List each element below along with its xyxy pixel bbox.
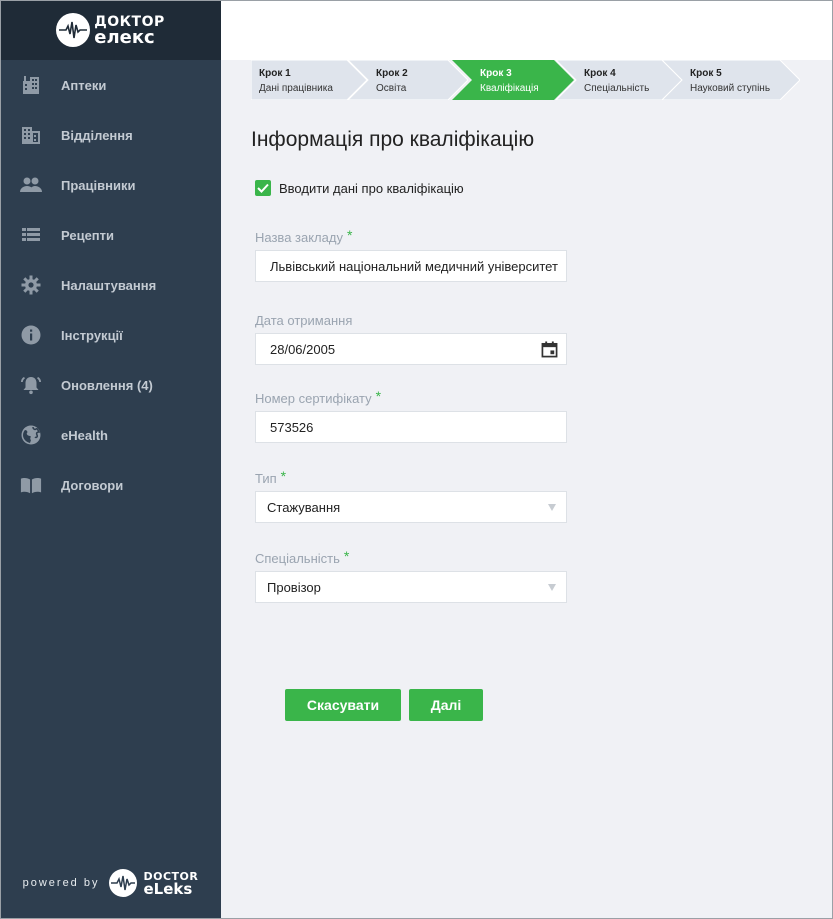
sidebar-item-label: Працівники (61, 177, 136, 193)
institution-input[interactable]: Львівський національний медичний універс… (255, 250, 567, 282)
powered-by-text: powered by (22, 877, 100, 889)
field-label: Спеціальність * (255, 548, 567, 571)
list-icon (20, 224, 42, 246)
institution-label: Назва закладу (255, 230, 343, 245)
wizard-stepper: Крок 1 Дані працівника Крок 2 Освіта Кро… (251, 60, 811, 100)
specialty-value: Провізор (267, 579, 321, 595)
sidebar-item-label: Налаштування (61, 277, 157, 293)
field-label: Номер сертифікату * (255, 388, 567, 411)
date-field: Дата отримання 28/06/2005 (255, 313, 567, 365)
field-label: Назва закладу * (255, 227, 567, 250)
sidebar-item-label: Аптеки (61, 77, 107, 93)
step-name: Освіта (376, 83, 407, 94)
certificate-field: Номер сертифікату * 573526 (255, 388, 567, 443)
footer-pulse-icon (109, 869, 138, 897)
sidebar-item-label: eHealth (61, 427, 108, 443)
step-number: Крок 3 (480, 68, 512, 79)
sidebar-item-updates[interactable]: Оновлення (4) (0, 360, 221, 410)
field-label: Тип * (255, 468, 567, 491)
date-input[interactable]: 28/06/2005 (255, 333, 567, 365)
date-label: Дата отримання (255, 313, 353, 328)
sidebar-item-employees[interactable]: Працівники (0, 160, 221, 210)
step-5[interactable]: Крок 5 Науковий ступінь (662, 60, 800, 100)
dropdown-caret-icon (548, 504, 556, 511)
pharmacy-building-icon (20, 74, 42, 96)
step-2[interactable]: Крок 2 Освіта (348, 60, 468, 100)
step-number: Крок 5 (690, 68, 722, 79)
step-number: Крок 1 (259, 68, 291, 79)
required-marker: * (343, 548, 350, 564)
footer-brand: DOCTOR eLeks (143, 871, 198, 898)
sidebar-item-label: Договори (61, 477, 124, 493)
powered-by-footer: powered by DOCTOR eLeks (0, 869, 221, 897)
bell-icon (20, 374, 42, 396)
footer-brand-line-2: eLeks (143, 880, 193, 898)
institution-value: Львівський національний медичний універс… (270, 258, 558, 274)
calendar-icon[interactable] (541, 341, 558, 358)
sidebar-item-contracts[interactable]: Договори (0, 460, 221, 510)
certificate-input[interactable]: 573526 (255, 411, 567, 443)
sidebar-item-ehealth[interactable]: eHealth (0, 410, 221, 460)
certificate-value: 573526 (270, 419, 314, 435)
step-name: Кваліфікація (480, 83, 539, 94)
checkbox-label: Вводити дані про кваліфікацію (279, 180, 464, 196)
sidebar-item-pharmacies[interactable]: Аптеки (0, 60, 221, 110)
step-name: Спеціальність (584, 83, 650, 94)
next-button[interactable]: Далі (409, 689, 483, 721)
checkmark-icon (257, 183, 269, 193)
required-marker: * (375, 388, 382, 404)
top-header (221, 0, 833, 60)
gear-icon (20, 274, 42, 296)
department-building-icon (20, 124, 42, 146)
logo-line-2: елекс (94, 27, 155, 48)
date-value: 28/06/2005 (270, 341, 336, 357)
page-title: Інформація про кваліфікацію (251, 128, 535, 151)
required-marker: * (346, 227, 353, 243)
step-number: Крок 4 (584, 68, 616, 79)
step-name: Дані працівника (259, 83, 333, 94)
app-logo[interactable]: ДОКТОР елекс (0, 0, 221, 60)
required-marker: * (280, 468, 287, 484)
sidebar-item-instructions[interactable]: Інструкції (0, 310, 221, 360)
step-name: Науковий ступінь (690, 83, 771, 94)
certificate-label: Номер сертифікату (255, 391, 372, 406)
enter-qualification-checkbox[interactable] (255, 180, 271, 196)
sidebar-item-label: Оновлення (4) (61, 377, 153, 393)
sidebar-item-label: Рецепти (61, 227, 115, 243)
sidebar-item-label: Відділення (61, 127, 133, 143)
logo-pulse-icon (56, 13, 91, 47)
book-icon (20, 474, 42, 496)
institution-field: Назва закладу * Львівський національний … (255, 227, 567, 282)
specialty-select[interactable]: Провізор (255, 571, 567, 603)
type-value: Стажування (267, 499, 341, 515)
cancel-button[interactable]: Скасувати (285, 689, 401, 721)
globe-icon (20, 424, 42, 446)
enter-qualification-checkbox-row[interactable]: Вводити дані про кваліфікацію (255, 180, 464, 196)
type-field: Тип * Стажування (255, 468, 567, 523)
logo-text: ДОКТОР елекс (94, 15, 165, 48)
info-icon (20, 324, 42, 346)
field-label: Дата отримання (255, 313, 567, 333)
specialty-label: Спеціальність (255, 551, 340, 566)
dropdown-caret-icon (548, 584, 556, 591)
people-icon (20, 174, 42, 196)
sidebar-nav: Аптеки Відділення Працівники Рецепти Нал… (0, 60, 221, 510)
step-number: Крок 2 (376, 68, 408, 79)
specialty-field: Спеціальність * Провізор (255, 548, 567, 603)
sidebar-item-departments[interactable]: Відділення (0, 110, 221, 160)
sidebar-item-settings[interactable]: Налаштування (0, 260, 221, 310)
type-label: Тип (255, 471, 277, 486)
sidebar-item-label: Інструкції (61, 327, 123, 343)
sidebar: ДОКТОР елекс Аптеки Відділення Працівник… (0, 0, 221, 919)
sidebar-item-prescriptions[interactable]: Рецепти (0, 210, 221, 260)
type-select[interactable]: Стажування (255, 491, 567, 523)
